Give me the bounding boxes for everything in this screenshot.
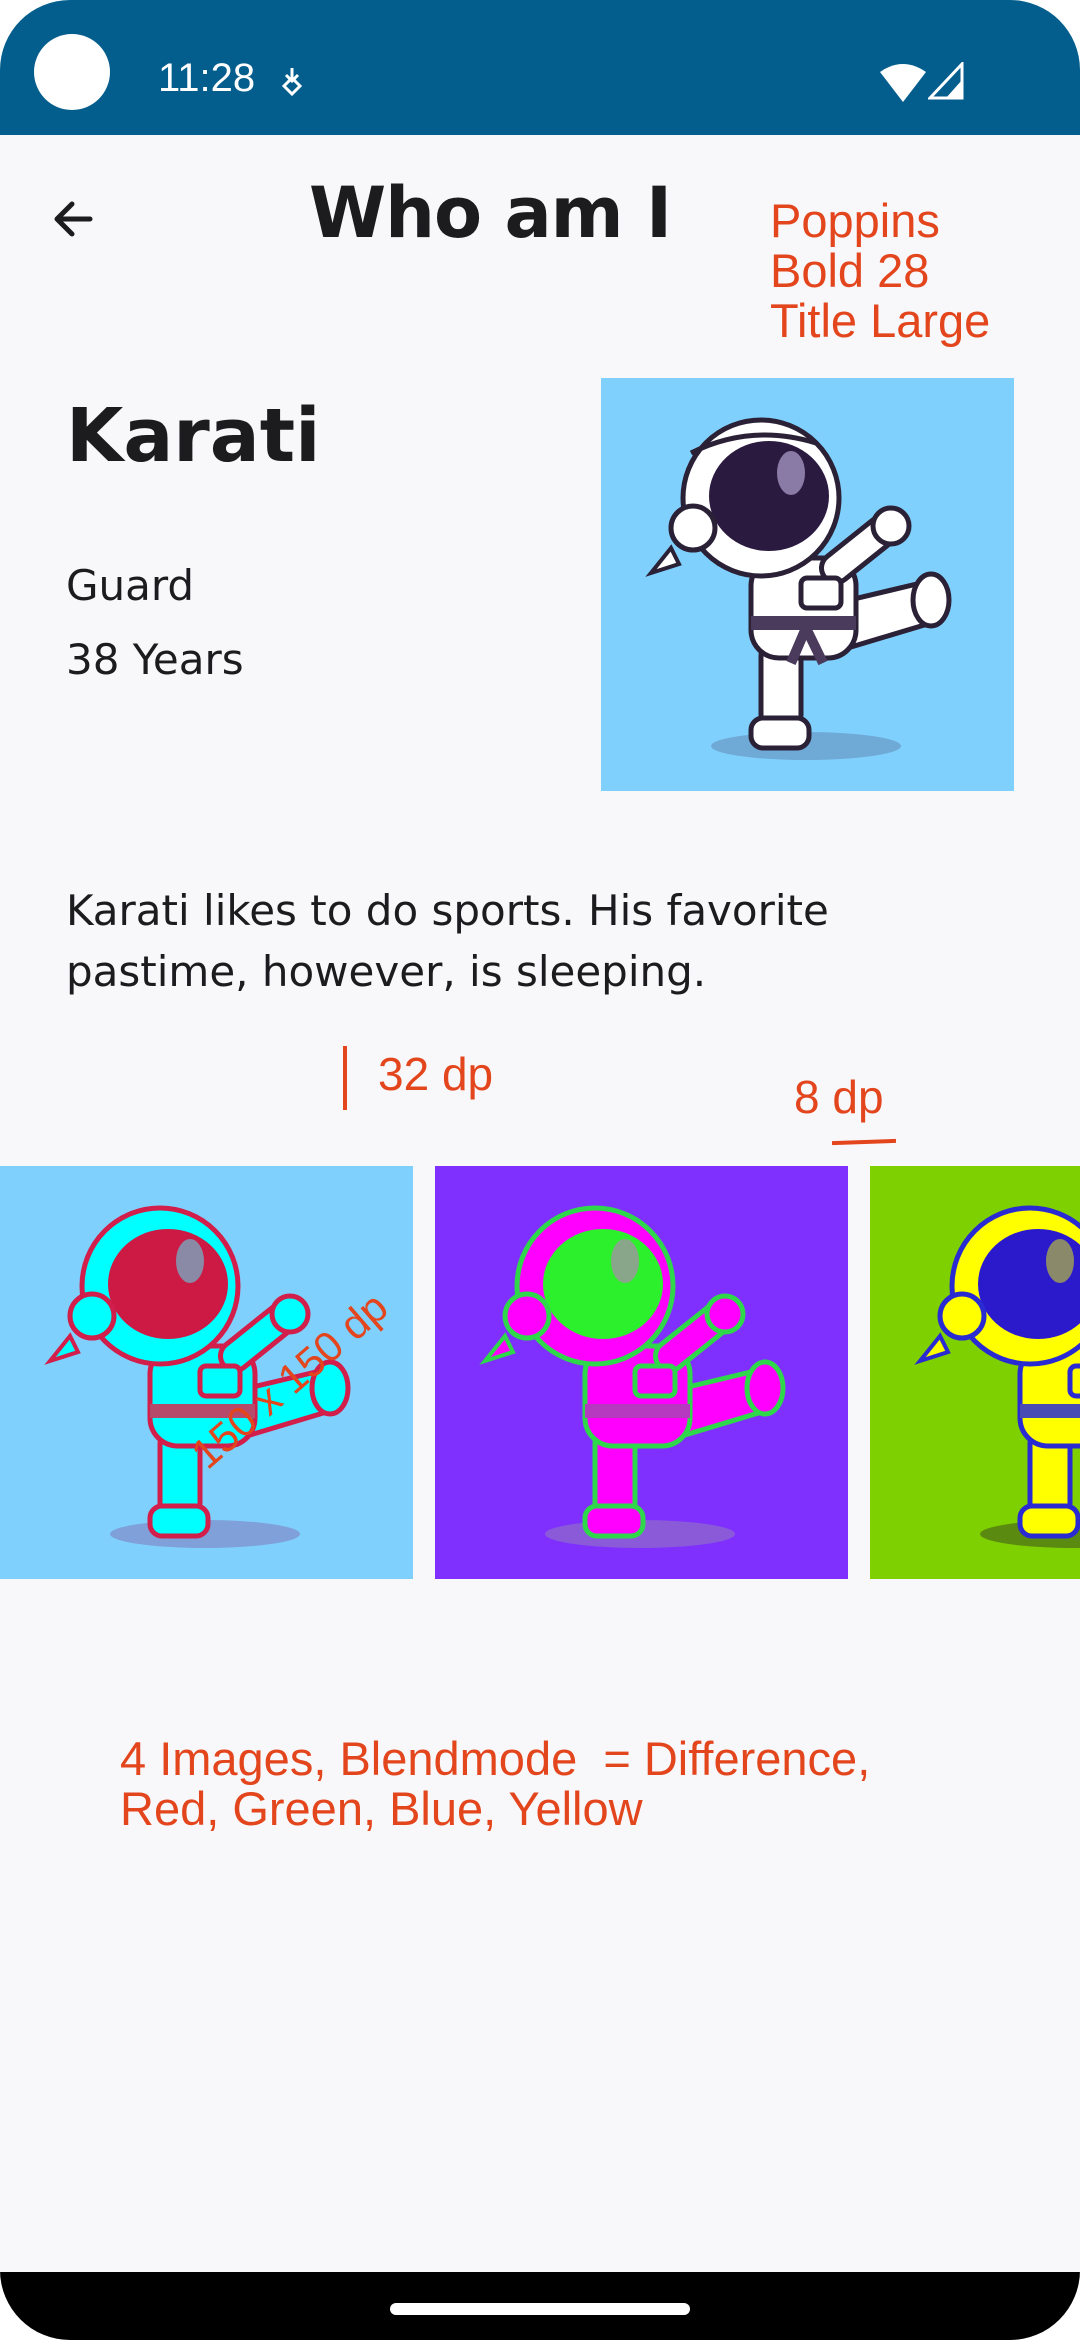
status-bar: 11:28 [0, 0, 1080, 135]
karate-astronaut-illustration [645, 417, 952, 760]
profile-name: Karati [66, 393, 321, 479]
spacing-8-annotation: 8 dp [794, 1071, 884, 1123]
profile-role: Guard [66, 561, 195, 610]
cellular-signal-icon [928, 62, 964, 100]
phone-screen: 11:28 Who am I Karati Guard 38 Years Kar… [0, 0, 1080, 2340]
status-time: 11:28 [158, 56, 256, 100]
title-spec-annotation: Poppins Bold 28 Title Large [770, 194, 991, 347]
download-notification-icon [281, 68, 303, 97]
image-gallery[interactable] [0, 1166, 1080, 1579]
back-button[interactable] [40, 183, 112, 255]
spacing-32-marker [343, 1046, 347, 1110]
profile-age: 38 Years [66, 635, 244, 684]
page-title: Who am I [308, 172, 672, 254]
camera-cutout-icon [34, 34, 110, 110]
spacing-32-annotation: 32 dp [378, 1048, 494, 1100]
blend-mode-note: 4 Images, Blendmode = Difference, Red, G… [120, 1732, 871, 1835]
wifi-icon [880, 64, 926, 102]
profile-image [601, 378, 1014, 791]
home-indicator[interactable] [390, 2303, 690, 2315]
gallery-image-green[interactable] [435, 1166, 848, 1579]
gallery-image-blue[interactable] [870, 1166, 1080, 1579]
gallery-image-red[interactable] [0, 1166, 413, 1579]
spacing-8-marker [831, 1138, 897, 1146]
arrow-left-icon [54, 201, 93, 237]
profile-description: Karati likes to do sports. His favorite … [66, 886, 829, 996]
